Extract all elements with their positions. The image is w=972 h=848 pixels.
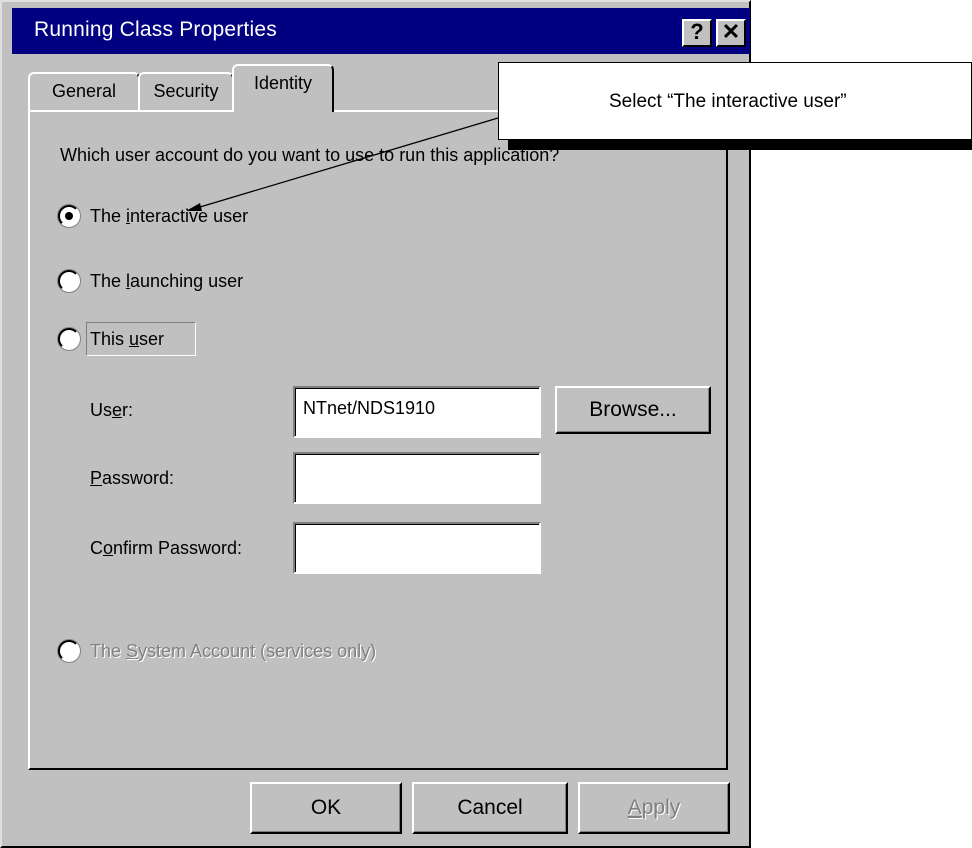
apply-button[interactable]: Apply <box>578 782 730 834</box>
callout-box: Select “The interactive user” <box>498 62 972 140</box>
help-button[interactable]: ? <box>682 19 712 47</box>
confirm-password-field[interactable] <box>293 522 541 574</box>
radio-label: The interactive user <box>90 206 249 226</box>
radio-button[interactable] <box>58 270 80 292</box>
cancel-button[interactable]: Cancel <box>412 782 568 834</box>
user-label: User: <box>90 400 134 420</box>
radio-button[interactable] <box>58 640 80 662</box>
password-field[interactable] <box>293 452 541 504</box>
password-label: Password: <box>90 468 175 488</box>
radio-label: The System Account (services only) <box>90 641 377 661</box>
ok-button[interactable]: OK <box>250 782 402 834</box>
tab-general[interactable]: General <box>28 72 140 110</box>
tab-identity[interactable]: Identity <box>232 64 334 112</box>
radio-label: This user <box>90 329 165 349</box>
tab-security[interactable]: Security <box>138 72 234 110</box>
callout-text: Select “The interactive user” <box>609 91 847 112</box>
title-bar: Running Class Properties ? ✕ <box>12 8 750 54</box>
radio-label: The launching user <box>90 271 244 291</box>
browse-button[interactable]: Browse... <box>555 386 711 434</box>
radio-button[interactable] <box>58 205 80 227</box>
help-icon: ? <box>690 19 704 44</box>
close-button[interactable]: ✕ <box>716 19 746 47</box>
dialog-title: Running Class Properties <box>34 18 277 41</box>
close-icon: ✕ <box>721 19 741 44</box>
confirm-password-label: Confirm Password: <box>90 538 243 558</box>
radio-button[interactable] <box>58 328 80 350</box>
user-field[interactable]: NTnet/NDS1910 <box>293 386 541 438</box>
account-question: Which user account do you want to use to… <box>60 145 560 165</box>
